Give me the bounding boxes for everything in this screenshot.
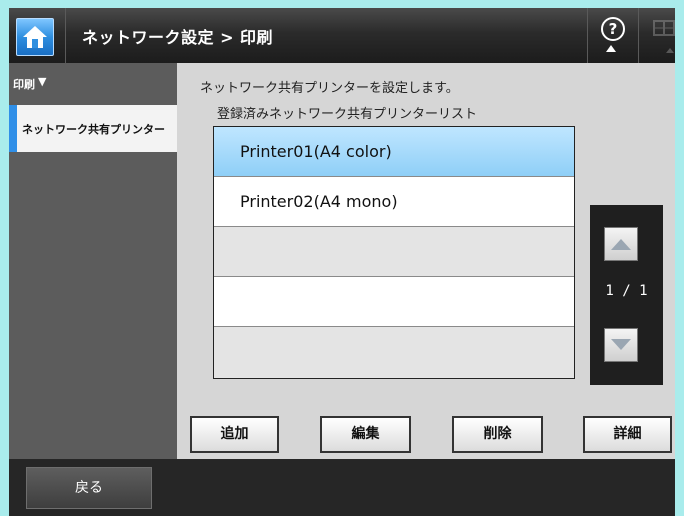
printer-row[interactable]: Printer01(A4 color) — [214, 127, 574, 177]
empty-row — [214, 327, 574, 377]
header-bar: ネットワーク設定 > 印刷 ? — [9, 8, 675, 63]
printer-list: Printer01(A4 color) Printer02(A4 mono) — [213, 126, 575, 379]
keyboard-button[interactable] — [643, 14, 675, 58]
back-button[interactable]: 戻る — [26, 467, 152, 509]
footer-bar: 戻る — [9, 459, 675, 516]
page-title: ネットワーク設定 > 印刷 — [82, 28, 274, 47]
description-text: ネットワーク共有プリンターを設定します。 — [200, 81, 459, 96]
delete-button[interactable]: 削除 — [452, 416, 543, 453]
sidebar-item-network-shared-printer[interactable]: ネットワーク共有プリンター — [9, 105, 177, 152]
printer-row[interactable]: Printer02(A4 mono) — [214, 177, 574, 227]
page-up-button[interactable] — [604, 227, 638, 261]
header-divider — [65, 8, 66, 63]
help-button[interactable]: ? — [592, 14, 632, 58]
keyboard-icon — [653, 20, 675, 36]
chevron-up-icon — [611, 239, 631, 250]
edit-button[interactable]: 編集 — [320, 416, 411, 453]
empty-row — [214, 277, 574, 327]
header-divider — [638, 8, 639, 63]
details-button[interactable]: 詳細 — [583, 416, 672, 453]
chevron-down-icon — [611, 339, 631, 350]
app-window: ネットワーク設定 > 印刷 ? 印刷 ▼ ネットワーク共有プリンター ネットワー… — [9, 8, 675, 516]
header-divider — [587, 8, 588, 63]
pager: 1 / 1 — [590, 205, 663, 385]
menu-up-icon — [666, 48, 674, 53]
sidebar-item-label: ネットワーク共有プリンター — [22, 123, 165, 136]
list-title: 登録済みネットワーク共有プリンターリスト — [217, 107, 478, 122]
add-button[interactable]: 追加 — [190, 416, 279, 453]
sidebar-category-label: 印刷 — [13, 78, 35, 91]
sidebar-category-print[interactable]: 印刷 ▼ — [9, 63, 177, 99]
home-button[interactable] — [16, 18, 54, 56]
page-down-button[interactable] — [604, 328, 638, 362]
home-icon — [23, 26, 47, 48]
menu-up-icon — [606, 45, 616, 52]
empty-row — [214, 227, 574, 277]
help-icon: ? — [601, 17, 625, 41]
chevron-down-icon: ▼ — [38, 75, 47, 88]
printer-name: Printer02(A4 mono) — [240, 192, 398, 211]
main-panel: ネットワーク共有プリンターを設定します。 登録済みネットワーク共有プリンターリス… — [177, 63, 675, 459]
page-indicator: 1 / 1 — [605, 283, 648, 299]
sidebar: 印刷 ▼ ネットワーク共有プリンター — [9, 63, 177, 459]
printer-name: Printer01(A4 color) — [240, 142, 392, 161]
